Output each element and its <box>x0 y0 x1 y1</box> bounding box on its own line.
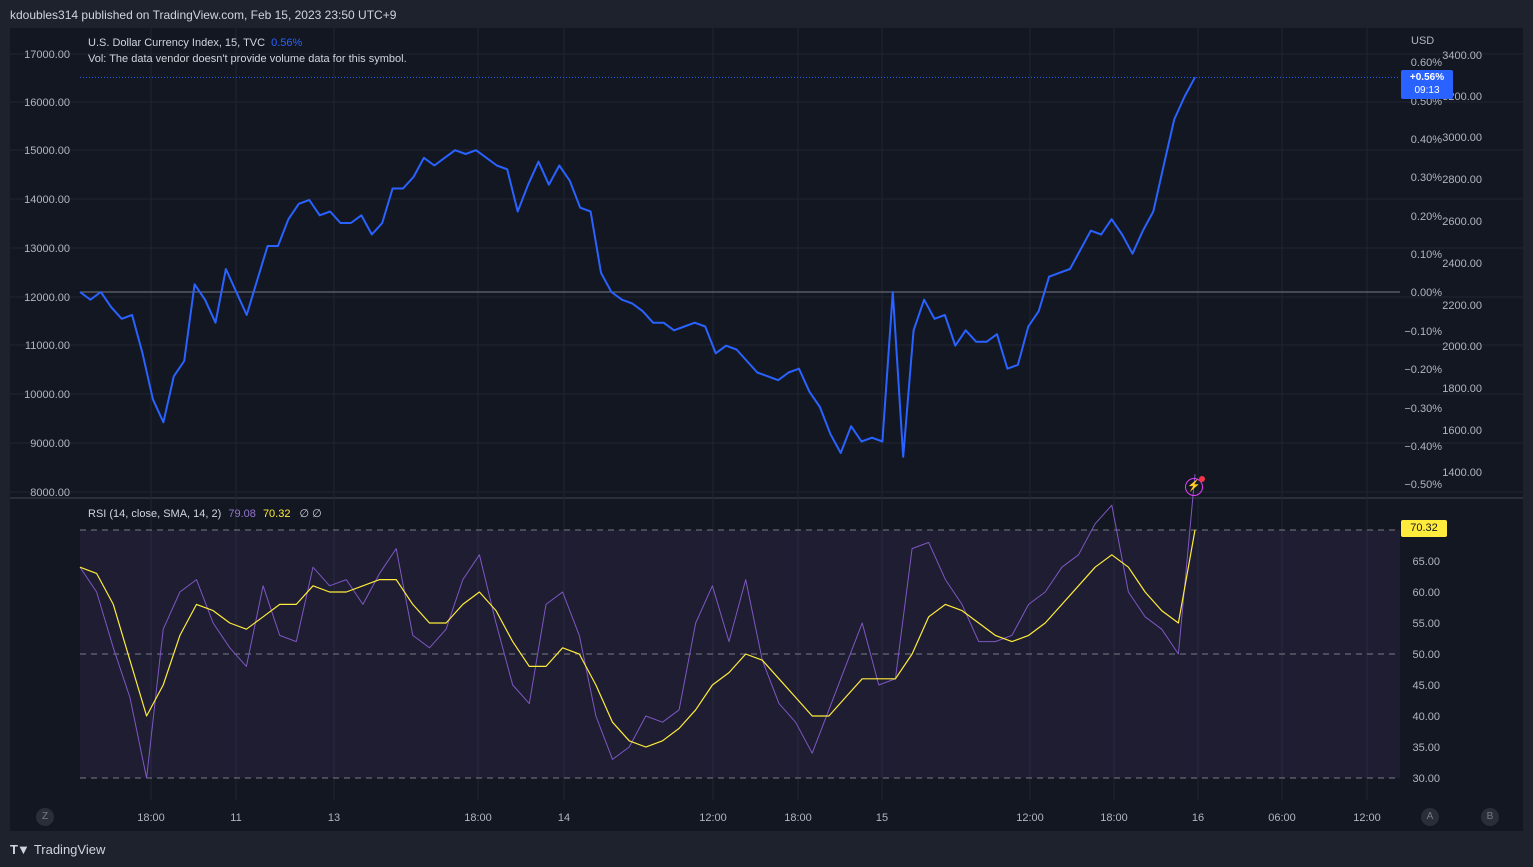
time-axis-tick-label: 06:00 <box>1268 812 1296 824</box>
chart-area[interactable]: 17000.00 16000.00 15000.00 14000.00 13000.00… <box>10 28 1523 831</box>
time-axis-tick-label: 16 <box>1192 812 1204 824</box>
chart-canvas[interactable]: 17000.00 16000.00 15000.00 14000.00 13000.00… <box>10 28 1523 831</box>
right-axis-tick-label: 2600.00 <box>1442 216 1482 228</box>
percent-axis-tick-label: −0.20% <box>1404 364 1442 376</box>
left-axis-tick-label: 16000.00 <box>24 97 70 109</box>
rsi-axis-tick-label: 55.00 <box>1412 618 1440 630</box>
percent-axis-tick-label: 0.10% <box>1411 249 1442 261</box>
change-value: 0.56% <box>271 37 303 49</box>
left-axis-tick-label: 8000.00 <box>30 487 70 499</box>
percent-axis-tick-label: −0.50% <box>1404 479 1442 491</box>
left-axis-tick-label: 13000.00 <box>24 243 70 255</box>
rsi-axis-tick-label: 50.00 <box>1412 649 1440 661</box>
brand-name: TradingView <box>33 842 106 857</box>
top-bar: kdoubles314 published on TradingView.com… <box>0 0 1533 28</box>
left-axis-tick-label: 12000.00 <box>24 292 70 304</box>
b-button[interactable]: B <box>1481 808 1499 826</box>
time-axis-tick-label: 18:00 <box>137 812 165 824</box>
main-legend: U.S. Dollar Currency Index, 15, TVC 0.56%… <box>88 35 407 67</box>
time-axis-tick-label: 14 <box>558 812 570 824</box>
right-axis-tick-label: 2200.00 <box>1442 300 1482 312</box>
tradingview-brand[interactable]: T▼ TradingView <box>10 842 105 857</box>
tradingview-logo-icon: T▼ <box>10 842 30 857</box>
percent-axis-tick-label: 0.20% <box>1411 211 1442 223</box>
percent-axis-tick-label: −0.30% <box>1404 403 1442 415</box>
percent-axis-unit: USD <box>1411 35 1434 47</box>
percent-axis-tick-label: 0.00% <box>1411 287 1442 299</box>
price-change-text: +0.56% <box>1409 72 1445 83</box>
percent-axis-tick-label: −0.10% <box>1404 326 1442 338</box>
zoom-button[interactable]: Z <box>36 808 54 826</box>
notification-dot <box>1199 476 1205 482</box>
rsi-badge: 70.32 <box>1401 520 1447 537</box>
percent-axis-tick-label: −0.40% <box>1404 441 1442 453</box>
rsi-extra: ∅ ∅ <box>299 508 322 520</box>
price-change-badge: +0.56% 09:13 <box>1401 70 1453 99</box>
rsi-value: 79.08 <box>228 508 256 520</box>
right-axis-tick-label: 2400.00 <box>1442 258 1482 270</box>
right-axis-tick-label: 3400.00 <box>1442 50 1482 62</box>
symbol-title[interactable]: U.S. Dollar Currency Index, 15, TVC <box>88 37 265 49</box>
rsi-axis-tick-label: 60.00 <box>1412 587 1440 599</box>
time-axis-tick-label: 11 <box>230 812 241 824</box>
time-axis-tick-label: 18:00 <box>784 812 812 824</box>
percent-axis-tick-label: 0.40% <box>1411 134 1442 146</box>
rsi-axis-tick-label: 45.00 <box>1412 680 1440 692</box>
rsi-axis-tick-label: 30.00 <box>1412 773 1440 785</box>
rsi-sma-value: 70.32 <box>262 508 291 520</box>
left-axis-tick-label: 14000.00 <box>24 194 70 206</box>
left-axis-tick-label: 10000.00 <box>24 389 70 401</box>
right-axis-tick-label: 1400.00 <box>1442 467 1482 479</box>
rsi-axis-tick-label: 65.00 <box>1412 556 1440 568</box>
right-axis-tick-label: 3000.00 <box>1442 132 1482 144</box>
time-axis-tick-label: 12:00 <box>1353 812 1381 824</box>
rsi-axis-tick-label: 35.00 <box>1412 742 1440 754</box>
percent-axis-tick-label: 0.60% <box>1411 57 1442 69</box>
left-axis-tick-label: 11000.00 <box>25 340 70 352</box>
right-axis-tick-label: 1800.00 <box>1442 383 1482 395</box>
time-axis-tick-label: 18:00 <box>1100 812 1128 824</box>
price-line <box>79 76 1196 458</box>
volume-note: Vol: The data vendor doesn't provide vol… <box>88 53 407 65</box>
rsi-legend: RSI (14, close, SMA, 14, 2) 79.08 70.32 … <box>88 507 322 520</box>
time-axis-tick-label: 18:00 <box>464 812 492 824</box>
left-axis-tick-label: 15000.00 <box>24 145 70 157</box>
rsi-axis-tick-label: 40.00 <box>1412 711 1440 723</box>
time-axis-tick-label: 12:00 <box>1016 812 1044 824</box>
time-axis-tick-label: 15 <box>876 812 888 824</box>
time-axis-tick-label: 12:00 <box>699 812 727 824</box>
time-axis-tick-label: 13 <box>328 812 340 824</box>
footer-bar: T▼ TradingView <box>0 831 1533 867</box>
left-axis-tick-label: 9000.00 <box>30 438 70 450</box>
auto-scale-button[interactable]: A <box>1421 808 1439 826</box>
right-axis-tick-label: 2000.00 <box>1442 341 1482 353</box>
percent-axis-tick-label: 0.30% <box>1411 172 1442 184</box>
published-caption: kdoubles314 published on TradingView.com… <box>10 8 397 22</box>
left-axis-tick-label: 17000.00 <box>24 49 70 61</box>
right-axis-tick-label: 1600.00 <box>1442 425 1482 437</box>
rsi-label[interactable]: RSI (14, close, SMA, 14, 2) <box>88 508 221 520</box>
right-axis-tick-label: 2800.00 <box>1442 174 1482 186</box>
countdown-text: 09:13 <box>1414 85 1440 96</box>
